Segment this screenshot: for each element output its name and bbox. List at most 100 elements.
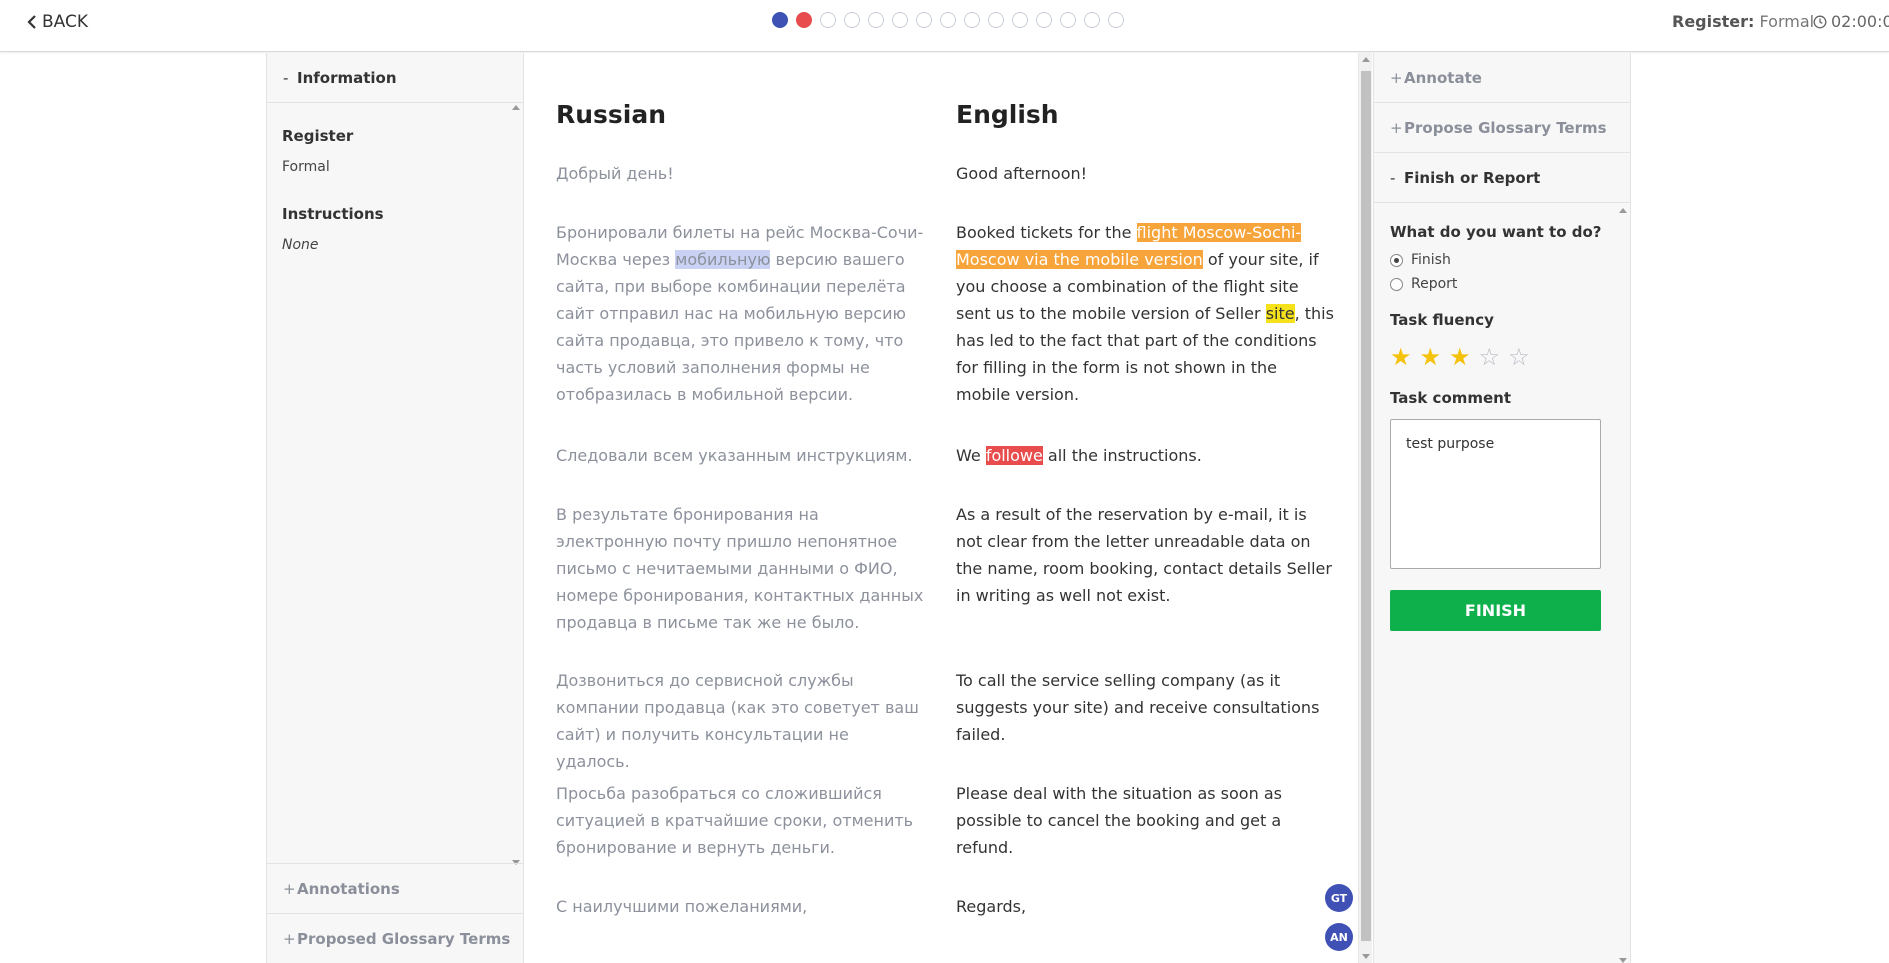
source-segment: В результате бронирования на электронную… bbox=[556, 505, 924, 632]
expand-icon: + bbox=[1390, 118, 1403, 137]
progress-dot[interactable] bbox=[1012, 12, 1028, 28]
annotate-title: Annotate bbox=[1404, 68, 1482, 87]
collapse-icon: - bbox=[1390, 168, 1396, 187]
progress-dot[interactable] bbox=[892, 12, 908, 28]
source-segment: Бронировали билеты на рейс Москва-Сочи-М… bbox=[556, 219, 934, 408]
finish-radio[interactable]: Finish bbox=[1390, 252, 1630, 268]
proposed-glossary-title: Proposed Glossary Terms bbox=[297, 929, 511, 948]
source-text: версию вашего сайта, при выборе комбинац… bbox=[556, 250, 906, 404]
error-highlight[interactable]: followe bbox=[985, 446, 1043, 465]
scroll-up-icon[interactable] bbox=[1362, 57, 1370, 62]
action-question: What do you want to do? bbox=[1390, 223, 1602, 241]
star-filled-icon[interactable]: ★ bbox=[1420, 345, 1442, 369]
finish-report-title: Finish or Report bbox=[1404, 168, 1541, 187]
annotations-title: Annotations bbox=[297, 879, 400, 898]
source-segment: Добрый день! bbox=[556, 164, 674, 183]
finish-option-label: Finish bbox=[1411, 252, 1451, 268]
collapse-icon: - bbox=[283, 68, 289, 87]
translation-view: Russian English Добрый день! Good aftern… bbox=[524, 53, 1358, 963]
right-panel: + Annotate + Propose Glossary Terms - Fi… bbox=[1373, 53, 1631, 963]
progress-dot[interactable] bbox=[1108, 12, 1124, 28]
comment-label: Task comment bbox=[1390, 389, 1512, 407]
star-empty-icon[interactable]: ☆ bbox=[1508, 345, 1530, 369]
finish-report-toggle[interactable]: - Finish or Report bbox=[1374, 153, 1630, 203]
annotate-toggle[interactable]: + Annotate bbox=[1374, 53, 1630, 103]
radio-unselected-icon[interactable] bbox=[1390, 277, 1403, 291]
star-filled-icon[interactable]: ★ bbox=[1390, 345, 1412, 369]
source-segment: С наилучшими пожеланиями, bbox=[556, 897, 808, 916]
source-segment: Дозвониться до сервисной службы компании… bbox=[556, 671, 919, 771]
progress-dot[interactable] bbox=[772, 12, 788, 28]
target-segment[interactable]: Regards, bbox=[956, 893, 1336, 920]
register-indicator-value: Formal bbox=[1759, 12, 1815, 31]
top-bar: BACK Register: Formal 02:00:00 bbox=[0, 0, 1889, 52]
source-segment: Следовали всем указанным инструкциям. bbox=[556, 446, 913, 465]
annotation-highlight[interactable]: site bbox=[1265, 304, 1295, 323]
progress-dot[interactable] bbox=[964, 12, 980, 28]
target-segment[interactable]: To call the service selling company (as … bbox=[956, 667, 1336, 748]
progress-dots bbox=[772, 12, 1124, 28]
target-text: all the instructions. bbox=[1042, 446, 1202, 465]
progress-dot[interactable] bbox=[988, 12, 1004, 28]
expand-icon: + bbox=[283, 879, 296, 898]
proposed-glossary-toggle[interactable]: + Proposed Glossary Terms bbox=[267, 913, 523, 963]
target-text: Booked tickets for the bbox=[956, 223, 1137, 242]
progress-dot[interactable] bbox=[1084, 12, 1100, 28]
progress-dot[interactable] bbox=[868, 12, 884, 28]
progress-dot[interactable] bbox=[796, 12, 812, 28]
back-button[interactable]: BACK bbox=[26, 12, 88, 32]
progress-dot[interactable] bbox=[820, 12, 836, 28]
finish-report-body: What do you want to do? Finish Report Ta… bbox=[1374, 223, 1630, 631]
fluency-rating[interactable]: ★ ★ ★ ☆ ☆ bbox=[1390, 345, 1630, 369]
clock-icon bbox=[1813, 15, 1827, 28]
propose-glossary-title: Propose Glossary Terms bbox=[1404, 118, 1607, 137]
avatar[interactable]: GT bbox=[1325, 884, 1353, 912]
source-column-title: Russian bbox=[556, 100, 667, 129]
timer: 02:00:00 bbox=[1813, 12, 1889, 31]
target-segment[interactable]: Please deal with the situation as soon a… bbox=[956, 780, 1336, 861]
left-scrollbar[interactable] bbox=[511, 105, 521, 865]
star-empty-icon[interactable]: ☆ bbox=[1479, 345, 1501, 369]
report-radio[interactable]: Report bbox=[1390, 276, 1630, 292]
scroll-down-icon[interactable] bbox=[1619, 958, 1627, 963]
scrollbar-thumb[interactable] bbox=[1361, 71, 1371, 941]
target-segment[interactable]: Booked tickets for the flight Moscow-Soc… bbox=[956, 219, 1336, 408]
report-option-label: Report bbox=[1411, 276, 1458, 292]
source-segment: Просьба разобраться со сложившийся ситуа… bbox=[556, 784, 914, 857]
scroll-up-icon[interactable] bbox=[512, 105, 520, 110]
instructions-label: Instructions bbox=[282, 205, 384, 223]
target-text: We bbox=[956, 446, 986, 465]
scroll-down-icon[interactable] bbox=[1362, 954, 1370, 959]
radio-selected-icon[interactable] bbox=[1390, 253, 1403, 267]
progress-dot[interactable] bbox=[844, 12, 860, 28]
fluency-label: Task fluency bbox=[1390, 311, 1494, 329]
timer-value: 02:00:00 bbox=[1831, 12, 1889, 31]
main-scrollbar[interactable] bbox=[1358, 53, 1372, 963]
information-body: Register Formal Instructions None bbox=[267, 103, 523, 861]
propose-glossary-toggle[interactable]: + Propose Glossary Terms bbox=[1374, 103, 1630, 153]
progress-dot[interactable] bbox=[916, 12, 932, 28]
progress-dot[interactable] bbox=[1036, 12, 1052, 28]
chevron-left-icon bbox=[27, 15, 36, 29]
avatar[interactable]: AN bbox=[1325, 923, 1353, 951]
scroll-up-icon[interactable] bbox=[1619, 208, 1627, 213]
annotations-toggle[interactable]: + Annotations bbox=[267, 863, 523, 913]
progress-dot[interactable] bbox=[1060, 12, 1076, 28]
target-segment[interactable]: Good afternoon! bbox=[956, 160, 1336, 187]
register-indicator: Register: Formal bbox=[1672, 12, 1814, 31]
progress-dot[interactable] bbox=[940, 12, 956, 28]
expand-icon: + bbox=[1390, 68, 1403, 87]
information-toggle[interactable]: - Information bbox=[267, 53, 523, 103]
finish-button[interactable]: FINISH bbox=[1390, 590, 1601, 631]
register-indicator-label: Register: bbox=[1672, 12, 1755, 31]
back-label: BACK bbox=[42, 12, 89, 32]
instructions-value: None bbox=[282, 237, 319, 253]
right-scrollbar[interactable] bbox=[1618, 208, 1628, 963]
source-highlight[interactable]: мобильную bbox=[675, 250, 771, 269]
register-value: Formal bbox=[282, 159, 330, 175]
target-segment[interactable]: As a result of the reservation by e-mail… bbox=[956, 501, 1336, 609]
expand-icon: + bbox=[283, 929, 296, 948]
comment-field[interactable]: test purpose bbox=[1390, 419, 1601, 569]
target-segment[interactable]: We followe all the instructions. bbox=[956, 442, 1336, 469]
star-filled-icon[interactable]: ★ bbox=[1449, 345, 1471, 369]
